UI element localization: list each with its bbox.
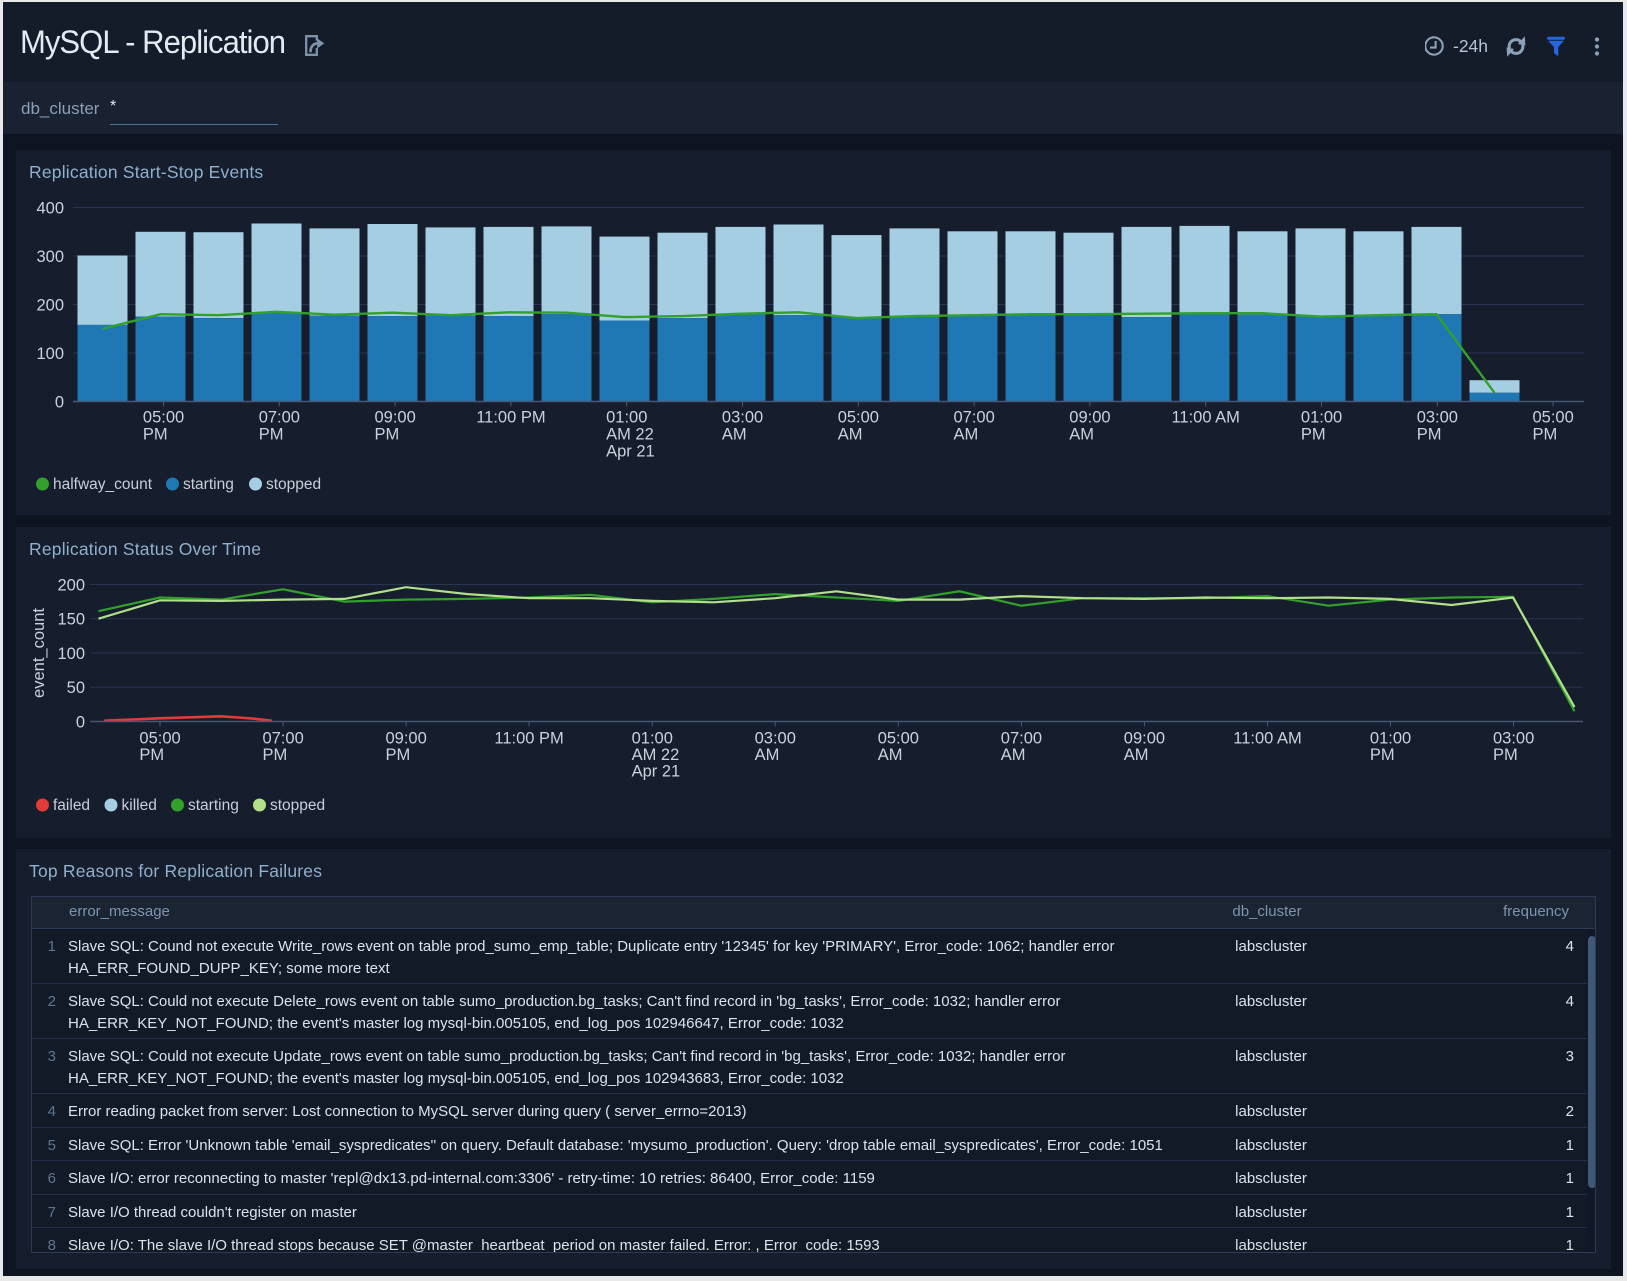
svg-text:AM: AM <box>838 426 863 444</box>
svg-text:PM: PM <box>1533 426 1558 444</box>
svg-text:starting: starting <box>188 797 239 814</box>
svg-text:AM: AM <box>878 746 903 764</box>
svg-text:150: 150 <box>57 611 85 629</box>
svg-text:AM: AM <box>1069 426 1094 444</box>
svg-text:09:00: 09:00 <box>1124 730 1165 748</box>
svg-text:event_count: event_count <box>30 608 48 698</box>
svg-text:AM: AM <box>954 426 979 444</box>
svg-text:03:00: 03:00 <box>755 730 796 748</box>
svg-text:01:00: 01:00 <box>606 409 647 427</box>
svg-text:AM: AM <box>1124 746 1149 764</box>
svg-text:AM: AM <box>722 426 747 444</box>
svg-text:11:00 AM: 11:00 AM <box>1233 730 1302 748</box>
svg-text:05:00: 05:00 <box>878 730 919 748</box>
svg-text:PM: PM <box>1370 746 1395 764</box>
svg-text:Apr 21: Apr 21 <box>632 763 681 781</box>
svg-text:09:00: 09:00 <box>375 409 416 427</box>
svg-text:killed: killed <box>122 797 157 814</box>
svg-text:05:00: 05:00 <box>139 730 180 748</box>
svg-text:100: 100 <box>57 645 85 663</box>
svg-text:Apr 21: Apr 21 <box>606 443 655 461</box>
svg-text:09:00: 09:00 <box>386 730 427 748</box>
svg-text:0: 0 <box>76 714 85 732</box>
svg-text:11:00 AM: 11:00 AM <box>1171 409 1240 427</box>
svg-text:03:00: 03:00 <box>722 409 763 427</box>
svg-text:07:00: 07:00 <box>259 409 300 427</box>
svg-text:50: 50 <box>67 679 85 697</box>
svg-text:200: 200 <box>57 577 85 595</box>
svg-text:300: 300 <box>36 248 64 266</box>
svg-text:PM: PM <box>1301 426 1326 444</box>
svg-text:AM: AM <box>755 746 780 764</box>
svg-text:200: 200 <box>36 297 64 315</box>
svg-text:03:00: 03:00 <box>1493 730 1534 748</box>
svg-text:PM: PM <box>386 746 411 764</box>
svg-text:05:00: 05:00 <box>838 409 879 427</box>
svg-text:halfway_count: halfway_count <box>53 476 153 493</box>
svg-text:PM: PM <box>1417 426 1442 444</box>
svg-text:07:00: 07:00 <box>263 730 304 748</box>
svg-text:07:00: 07:00 <box>1001 730 1042 748</box>
svg-text:01:00: 01:00 <box>1370 730 1411 748</box>
svg-text:AM: AM <box>1001 746 1026 764</box>
svg-text:09:00: 09:00 <box>1069 409 1110 427</box>
svg-text:05:00: 05:00 <box>1533 409 1574 427</box>
svg-text:PM: PM <box>263 746 288 764</box>
svg-text:01:00: 01:00 <box>632 730 673 748</box>
svg-text:100: 100 <box>36 345 64 363</box>
svg-text:PM: PM <box>139 746 164 764</box>
svg-text:PM: PM <box>143 426 168 444</box>
svg-text:AM 22: AM 22 <box>632 746 680 764</box>
svg-text:AM 22: AM 22 <box>606 426 654 444</box>
svg-text:01:00: 01:00 <box>1301 409 1342 427</box>
svg-text:11:00 PM: 11:00 PM <box>476 409 545 427</box>
svg-text:0: 0 <box>55 394 64 412</box>
svg-text:PM: PM <box>375 426 400 444</box>
svg-text:stopped: stopped <box>266 476 321 493</box>
svg-text:11:00 PM: 11:00 PM <box>494 730 563 748</box>
svg-text:03:00: 03:00 <box>1417 409 1458 427</box>
svg-text:PM: PM <box>259 426 284 444</box>
svg-text:05:00: 05:00 <box>143 409 184 427</box>
svg-text:PM: PM <box>1493 746 1518 764</box>
svg-text:07:00: 07:00 <box>954 409 995 427</box>
svg-text:-24h: -24h <box>1453 36 1488 56</box>
svg-text:400: 400 <box>36 200 64 218</box>
svg-text:starting: starting <box>183 476 234 493</box>
svg-text:failed: failed <box>53 797 90 814</box>
svg-text:stopped: stopped <box>270 797 325 814</box>
